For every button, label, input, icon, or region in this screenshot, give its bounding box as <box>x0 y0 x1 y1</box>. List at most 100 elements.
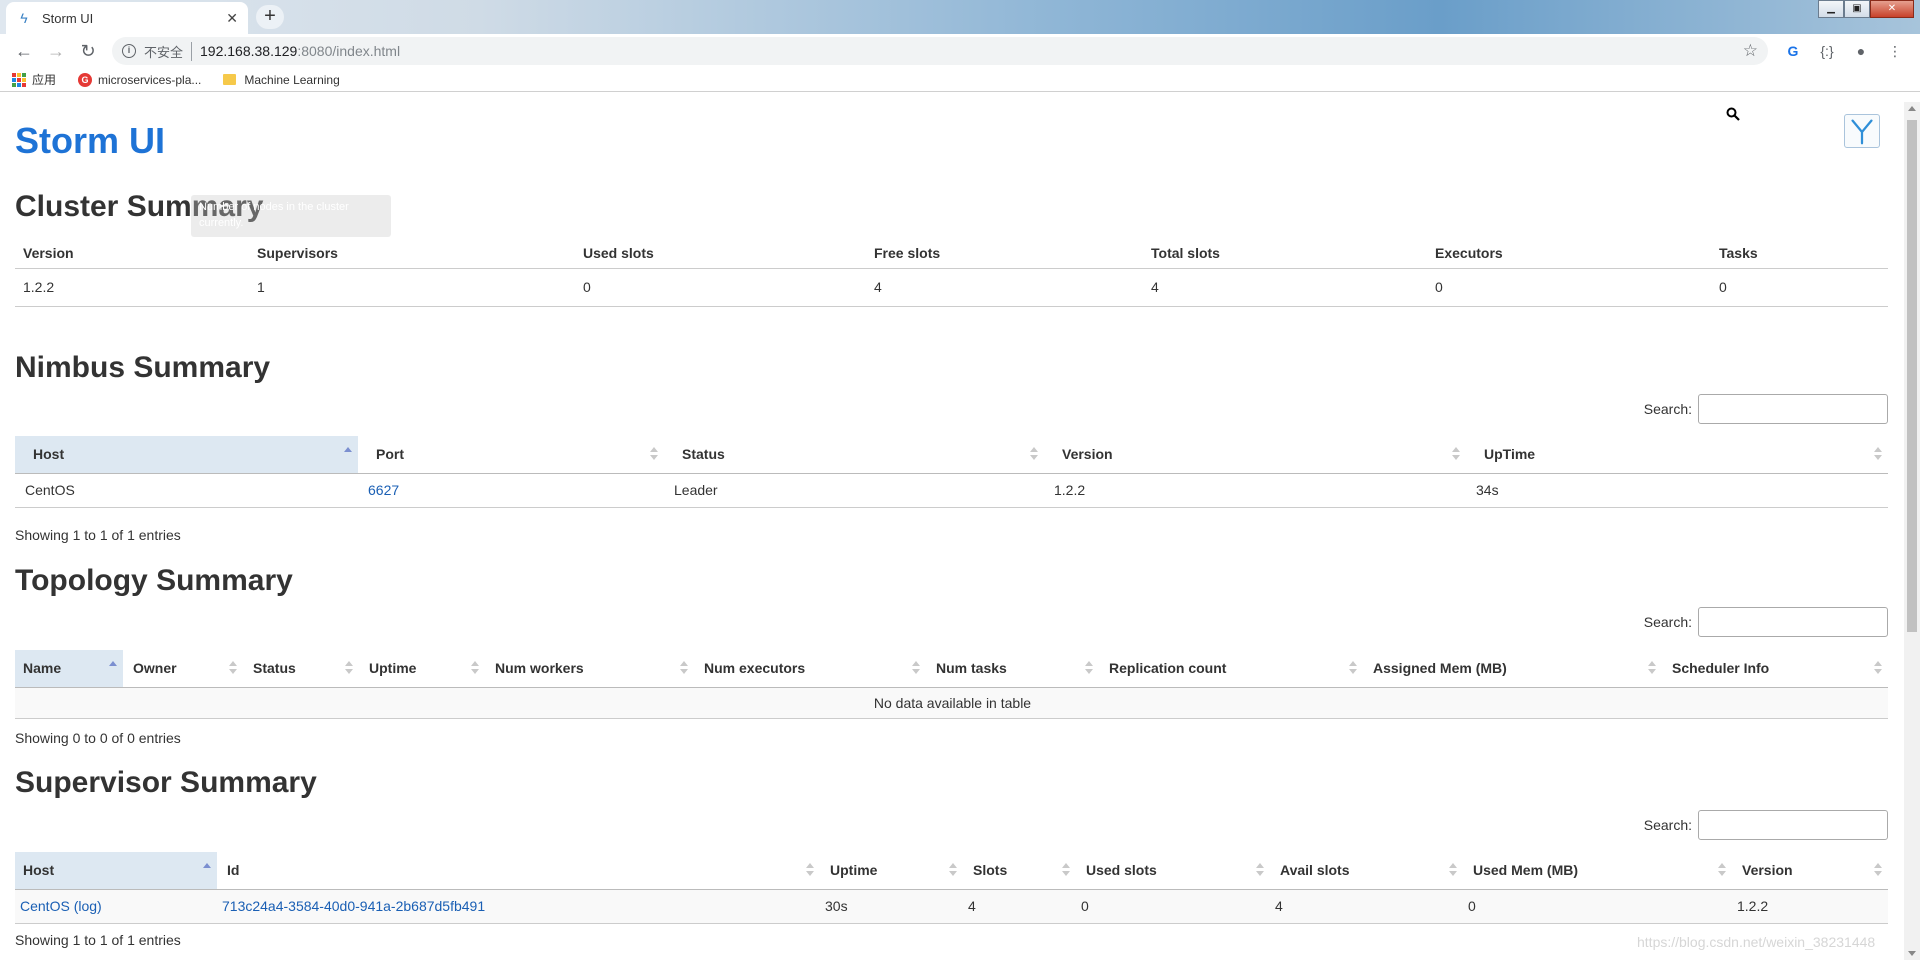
col-uptime[interactable]: Uptime <box>820 852 963 890</box>
col-scheduler-info[interactable]: Scheduler Info <box>1662 650 1888 688</box>
table-header-row: Version Supervisors Used slots Free slot… <box>15 238 1888 269</box>
cluster-summary-table: Version Supervisors Used slots Free slot… <box>15 238 1888 307</box>
col-uptime[interactable]: Uptime <box>359 650 485 688</box>
reload-icon[interactable]: ↻ <box>72 41 104 62</box>
col-supervisors[interactable]: Supervisors <box>249 238 575 269</box>
cell-uptime: 34s <box>1466 473 1888 508</box>
folder-icon <box>223 74 237 85</box>
cell-status: Leader <box>664 473 1044 508</box>
col-executors[interactable]: Executors <box>1427 238 1711 269</box>
col-host[interactable]: Host <box>15 436 358 474</box>
nimbus-summary-heading: Nimbus Summary <box>15 351 271 384</box>
col-name[interactable]: Name <box>15 650 123 688</box>
table-header-row: Name Owner Status Uptime Num workers Num… <box>15 650 1888 688</box>
scrollbar-thumb[interactable] <box>1907 120 1917 632</box>
col-owner[interactable]: Owner <box>123 650 243 688</box>
supervisor-search-input[interactable] <box>1698 810 1888 840</box>
col-port[interactable]: Port <box>358 436 664 474</box>
sort-icon <box>1062 863 1070 877</box>
profile-icon[interactable]: ● <box>1844 43 1878 59</box>
storm-favicon-icon: ϟ <box>20 10 28 26</box>
col-assigned-mem[interactable]: Assigned Mem (MB) <box>1363 650 1662 688</box>
cell-avail-slots: 4 <box>1270 889 1463 924</box>
col-free-slots[interactable]: Free slots <box>866 238 1143 269</box>
forward-icon[interactable]: → <box>40 41 72 62</box>
nimbus-search-input[interactable] <box>1698 394 1888 424</box>
address-bar[interactable]: i 不安全 192.168.38.129 :8080/index.html ☆ <box>112 37 1768 65</box>
maximize-icon[interactable]: ▣ <box>1844 0 1870 18</box>
sort-asc-icon <box>344 447 352 461</box>
window-controls: ▁ ▣ ✕ <box>1818 0 1914 18</box>
col-num-workers[interactable]: Num workers <box>485 650 694 688</box>
security-label: 不安全 <box>144 41 193 61</box>
browser-tab[interactable]: ϟ Storm UI ✕ <box>6 2 248 34</box>
col-host[interactable]: Host <box>15 852 217 890</box>
json-extension-icon[interactable]: {:} <box>1810 43 1844 59</box>
window-close-icon[interactable]: ✕ <box>1870 0 1914 18</box>
search-icon[interactable] <box>1726 107 1740 121</box>
translate-extension-icon[interactable]: G <box>1776 43 1810 59</box>
topology-summary-table: Name Owner Status Uptime Num workers Num… <box>15 650 1888 719</box>
col-uptime[interactable]: UpTime <box>1466 436 1888 474</box>
table-header-row: Host Port Status Version UpTime <box>15 436 1888 474</box>
bookmark-star-icon[interactable]: ☆ <box>1743 41 1758 61</box>
col-used-mem[interactable]: Used Mem (MB) <box>1463 852 1732 890</box>
sort-icon <box>1874 447 1882 461</box>
col-status[interactable]: Status <box>243 650 359 688</box>
topology-search: Search: <box>1644 607 1888 637</box>
apps-icon <box>12 72 26 87</box>
search-label: Search: <box>1643 401 1692 417</box>
col-version[interactable]: Version <box>1044 436 1466 474</box>
table-row: CentOS (log) 713c24a4-3584-40d0-941a-2b6… <box>15 889 1888 924</box>
col-tasks[interactable]: Tasks <box>1711 238 1888 269</box>
nimbus-summary-table: Host Port Status Version UpTime CentOS 6… <box>15 436 1888 508</box>
sort-icon <box>680 661 688 675</box>
col-replication-count[interactable]: Replication count <box>1099 650 1363 688</box>
sort-icon <box>1648 661 1656 675</box>
cell-version: 1.2.2 <box>15 268 249 307</box>
port-link[interactable]: 6627 <box>368 482 399 498</box>
col-id[interactable]: Id <box>217 852 820 890</box>
new-tab-button[interactable]: + <box>256 5 284 29</box>
url-path: :8080/index.html <box>297 43 401 59</box>
cell-port[interactable]: 6627 <box>358 473 664 508</box>
cell-used-slots: 0 <box>1076 889 1270 924</box>
table-row: 1.2.2 1 0 4 4 0 0 <box>15 268 1888 307</box>
col-used-slots[interactable]: Used slots <box>1076 852 1270 890</box>
tab-close-icon[interactable]: ✕ <box>226 10 238 27</box>
col-num-executors[interactable]: Num executors <box>694 650 926 688</box>
col-avail-slots[interactable]: Avail slots <box>1270 852 1463 890</box>
col-used-slots[interactable]: Used slots <box>575 238 866 269</box>
topology-search-input[interactable] <box>1698 607 1888 637</box>
storm-logo-icon[interactable] <box>1844 114 1880 148</box>
col-status[interactable]: Status <box>664 436 1044 474</box>
sort-icon <box>806 863 814 877</box>
sort-icon <box>1256 863 1264 877</box>
page-title[interactable]: Storm UI <box>15 120 165 162</box>
supervisor-id-link[interactable]: 713c24a4-3584-40d0-941a-2b687d5fb491 <box>222 898 485 914</box>
sort-icon <box>1718 863 1726 877</box>
log-link[interactable]: (log) <box>74 898 102 914</box>
supervisor-table-info: Showing 1 to 1 of 1 entries <box>15 932 181 948</box>
scroll-up-icon[interactable] <box>1908 106 1916 111</box>
back-icon[interactable]: ← <box>8 41 40 62</box>
col-version[interactable]: Version <box>15 238 249 269</box>
page-scrollbar[interactable] <box>1904 102 1920 960</box>
search-label: Search: <box>1643 817 1692 833</box>
bookmark-apps[interactable]: 应用 <box>12 71 56 88</box>
menu-icon[interactable]: ⋮ <box>1878 43 1912 60</box>
info-icon[interactable]: i <box>122 44 136 58</box>
topology-summary-heading: Topology Summary <box>15 564 293 597</box>
col-num-tasks[interactable]: Num tasks <box>926 650 1099 688</box>
host-link[interactable]: CentOS <box>20 898 70 914</box>
col-slots[interactable]: Slots <box>963 852 1076 890</box>
minimize-icon[interactable]: ▁ <box>1818 0 1844 18</box>
bookmark-microservices[interactable]: G microservices-pla... <box>78 72 201 87</box>
bookmark-machine-learning[interactable]: Machine Learning <box>223 73 340 87</box>
col-total-slots[interactable]: Total slots <box>1143 238 1427 269</box>
bookmark-label: 应用 <box>32 73 57 87</box>
scroll-down-icon[interactable] <box>1908 951 1916 956</box>
col-version[interactable]: Version <box>1732 852 1888 890</box>
supervisor-summary-table: Host Id Uptime Slots Used slots Avail sl… <box>15 852 1888 924</box>
cell-executors: 0 <box>1427 268 1711 307</box>
